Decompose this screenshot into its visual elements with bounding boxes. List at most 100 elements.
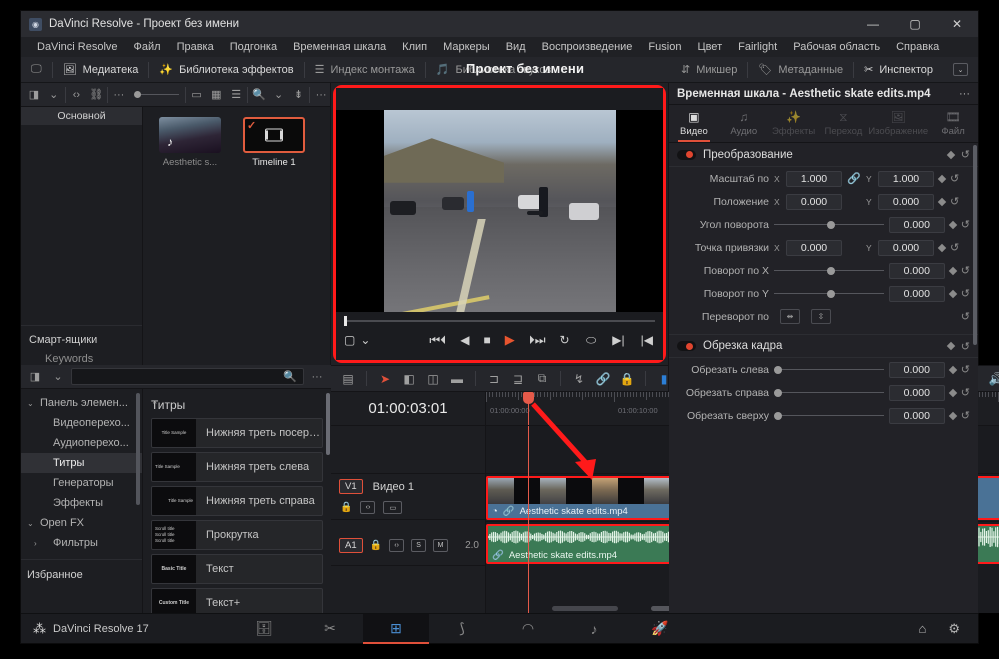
lock-icon[interactable]: 🔒 — [340, 502, 352, 513]
effects-list-scrollbar[interactable] — [326, 393, 330, 455]
section-toggle[interactable] — [677, 341, 696, 351]
page-deliver[interactable]: 🚀 — [627, 614, 693, 644]
reset-icon[interactable]: ↺ — [961, 218, 970, 231]
slider-knob[interactable] — [826, 266, 835, 275]
reset-icon[interactable]: ↺ — [961, 386, 970, 399]
lock-icon[interactable]: 🔒 — [370, 540, 382, 551]
toolbar-effects-library-button[interactable]: ✨ Библиотека эффектов — [149, 57, 303, 83]
zoom-y-field[interactable]: 1.000 — [878, 170, 934, 187]
sidebar-toggle-icon[interactable]: ◨ — [25, 86, 43, 104]
stop-button[interactable]: ■ — [483, 333, 490, 347]
flip-horizontal-icon[interactable]: ⇹ — [780, 309, 800, 324]
menu-item-fairlight[interactable]: Fairlight — [730, 37, 785, 57]
play-reverse-button[interactable]: ◀ — [460, 333, 469, 347]
menu-item-markers[interactable]: Маркеры — [435, 37, 498, 57]
viewer-stage[interactable] — [336, 110, 663, 312]
mute-icon[interactable]: M — [433, 538, 449, 552]
chevron-down-icon[interactable]: ⌄ — [270, 86, 288, 104]
page-fusion[interactable]: ⟆ — [429, 614, 495, 644]
effect-item[interactable]: Basic Title Текст — [151, 554, 323, 584]
toolbar-media-pool-button[interactable]: 🖼 Медиатека — [53, 57, 149, 83]
tree-item-titles[interactable]: Титры — [21, 453, 142, 473]
toolbar-expand-button[interactable]: ⌄ — [943, 57, 978, 83]
gear-icon[interactable]: ⚙ — [948, 621, 960, 637]
reset-icon[interactable]: ↺ — [961, 409, 970, 422]
menu-item-playback[interactable]: Воспроизведение — [534, 37, 641, 57]
keyframe-diamond-icon[interactable] — [937, 243, 947, 252]
tree-item-filters[interactable]: › Фильтры — [21, 533, 142, 553]
ellipsis-icon[interactable]: ··· — [959, 88, 970, 100]
overwrite-clip-icon[interactable]: ⊒ — [507, 369, 529, 389]
tree-item-generators[interactable]: Генераторы — [21, 473, 142, 493]
tree-item-toolbox[interactable]: ⌄ Панель элемен... — [21, 393, 142, 413]
mark-out-button[interactable]: ▶| — [612, 333, 624, 347]
timeline-view-options-icon[interactable]: ▤ — [337, 369, 359, 389]
tree-item-openfx[interactable]: ⌄ Open FX — [21, 513, 142, 533]
menu-item-file[interactable]: Файл — [126, 37, 169, 57]
slider-knob[interactable] — [826, 289, 835, 298]
reset-icon[interactable]: ↺ — [950, 195, 959, 208]
pitch-field[interactable]: 0.000 — [888, 262, 945, 279]
timeline-clip-item[interactable]: ✓ Timeline 1 — [243, 117, 305, 365]
link-broken-icon[interactable]: ⛓ — [87, 86, 105, 104]
frame-mode-icon[interactable]: ▢ — [344, 333, 355, 347]
page-media[interactable]: 🗄 — [231, 614, 297, 644]
track-id-a1[interactable]: A1 — [339, 537, 363, 553]
toolbar-metadata-button[interactable]: 🏷 Метаданные — [748, 57, 853, 83]
reset-icon[interactable]: ↺ — [961, 287, 970, 300]
link-icon[interactable]: 🔗 — [847, 172, 861, 185]
menu-item-workspace[interactable]: Рабочая область — [785, 37, 888, 57]
pitch-slider[interactable] — [774, 263, 884, 279]
bin-master[interactable]: Основной — [21, 107, 142, 125]
keyframe-diamond-icon[interactable] — [937, 197, 947, 206]
section-toggle[interactable] — [677, 149, 696, 160]
scrollbar-secondary[interactable] — [552, 606, 619, 611]
snapping-icon[interactable]: ↯ — [568, 369, 590, 389]
reset-icon[interactable]: ↺ — [961, 264, 970, 277]
range-icon[interactable]: ⬭ — [586, 333, 596, 348]
track-header-v1[interactable]: V1 Видео 1 🔒 ‹› ▭ — [331, 474, 485, 520]
page-edit[interactable]: ⊞ — [363, 613, 429, 644]
category-header-titles[interactable]: Титры ⌃ — [151, 392, 323, 418]
position-y-field[interactable]: 0.000 — [878, 193, 934, 210]
grid-view-icon[interactable]: ▦ — [207, 86, 225, 104]
audio-icon[interactable]: 🔊 — [985, 369, 999, 389]
effect-item[interactable]: Title Sample Нижняя треть посере... — [151, 418, 323, 448]
slider-knob[interactable] — [826, 220, 835, 229]
effect-item[interactable]: Title Sample Нижняя треть слева — [151, 452, 323, 482]
keyframe-diamond-icon[interactable] — [946, 150, 956, 159]
sort-icon[interactable]: ⇟ — [290, 86, 308, 104]
anchor-y-field[interactable]: 0.000 — [878, 239, 934, 256]
track-enable-icon[interactable]: ▭ — [383, 501, 403, 514]
skip-to-start-button[interactable]: ⏮⏴ — [429, 333, 446, 348]
favorites-label[interactable]: Избранное — [21, 559, 142, 581]
zoom-x-field[interactable]: 1.000 — [786, 170, 842, 187]
keyframe-diamond-icon[interactable] — [948, 388, 958, 397]
yaw-slider[interactable] — [774, 286, 884, 302]
insert-clip-icon[interactable]: ⊐ — [483, 369, 505, 389]
position-x-field[interactable]: 0.000 — [786, 193, 842, 210]
auto-select-icon[interactable]: ‹› — [389, 538, 405, 552]
sidebar-toggle-icon[interactable]: ◨ — [25, 368, 45, 386]
reset-icon[interactable]: ↺ — [961, 148, 970, 161]
flip-vertical-icon[interactable]: ⇳ — [811, 309, 831, 324]
keyframe-diamond-icon[interactable] — [948, 289, 958, 298]
search-icon[interactable]: 🔍 — [250, 86, 268, 104]
track-volume[interactable]: 2.0 — [465, 540, 479, 551]
skip-to-end-button[interactable]: ⏵⏭ — [529, 333, 546, 348]
page-fairlight[interactable]: ♪ — [561, 614, 627, 644]
toolbar-monitor-button[interactable]: 🖵 — [21, 57, 52, 83]
chevron-down-icon[interactable]: ⌄ — [360, 333, 370, 347]
reset-icon[interactable]: ↺ — [950, 241, 959, 254]
keyframe-diamond-icon[interactable] — [948, 411, 958, 420]
dynamic-trim-icon[interactable]: ◫ — [422, 369, 444, 389]
effects-search-input[interactable]: 🔍 — [71, 368, 304, 385]
tree-scrollbar[interactable] — [136, 393, 140, 505]
smart-bin-keywords[interactable]: Keywords — [29, 353, 142, 365]
list-view-icon[interactable]: ☰ — [227, 86, 245, 104]
toolbar-edit-index-button[interactable]: ☰ Индекс монтажа — [305, 57, 425, 83]
tab-video[interactable]: ▣ Видео — [669, 105, 719, 142]
media-clip-item[interactable]: ♪ Aesthetic s... — [159, 117, 221, 365]
toolbar-inspector-button[interactable]: ✂ Инспектор — [854, 57, 943, 83]
tab-transition[interactable]: ⧖ Переход — [818, 105, 868, 142]
